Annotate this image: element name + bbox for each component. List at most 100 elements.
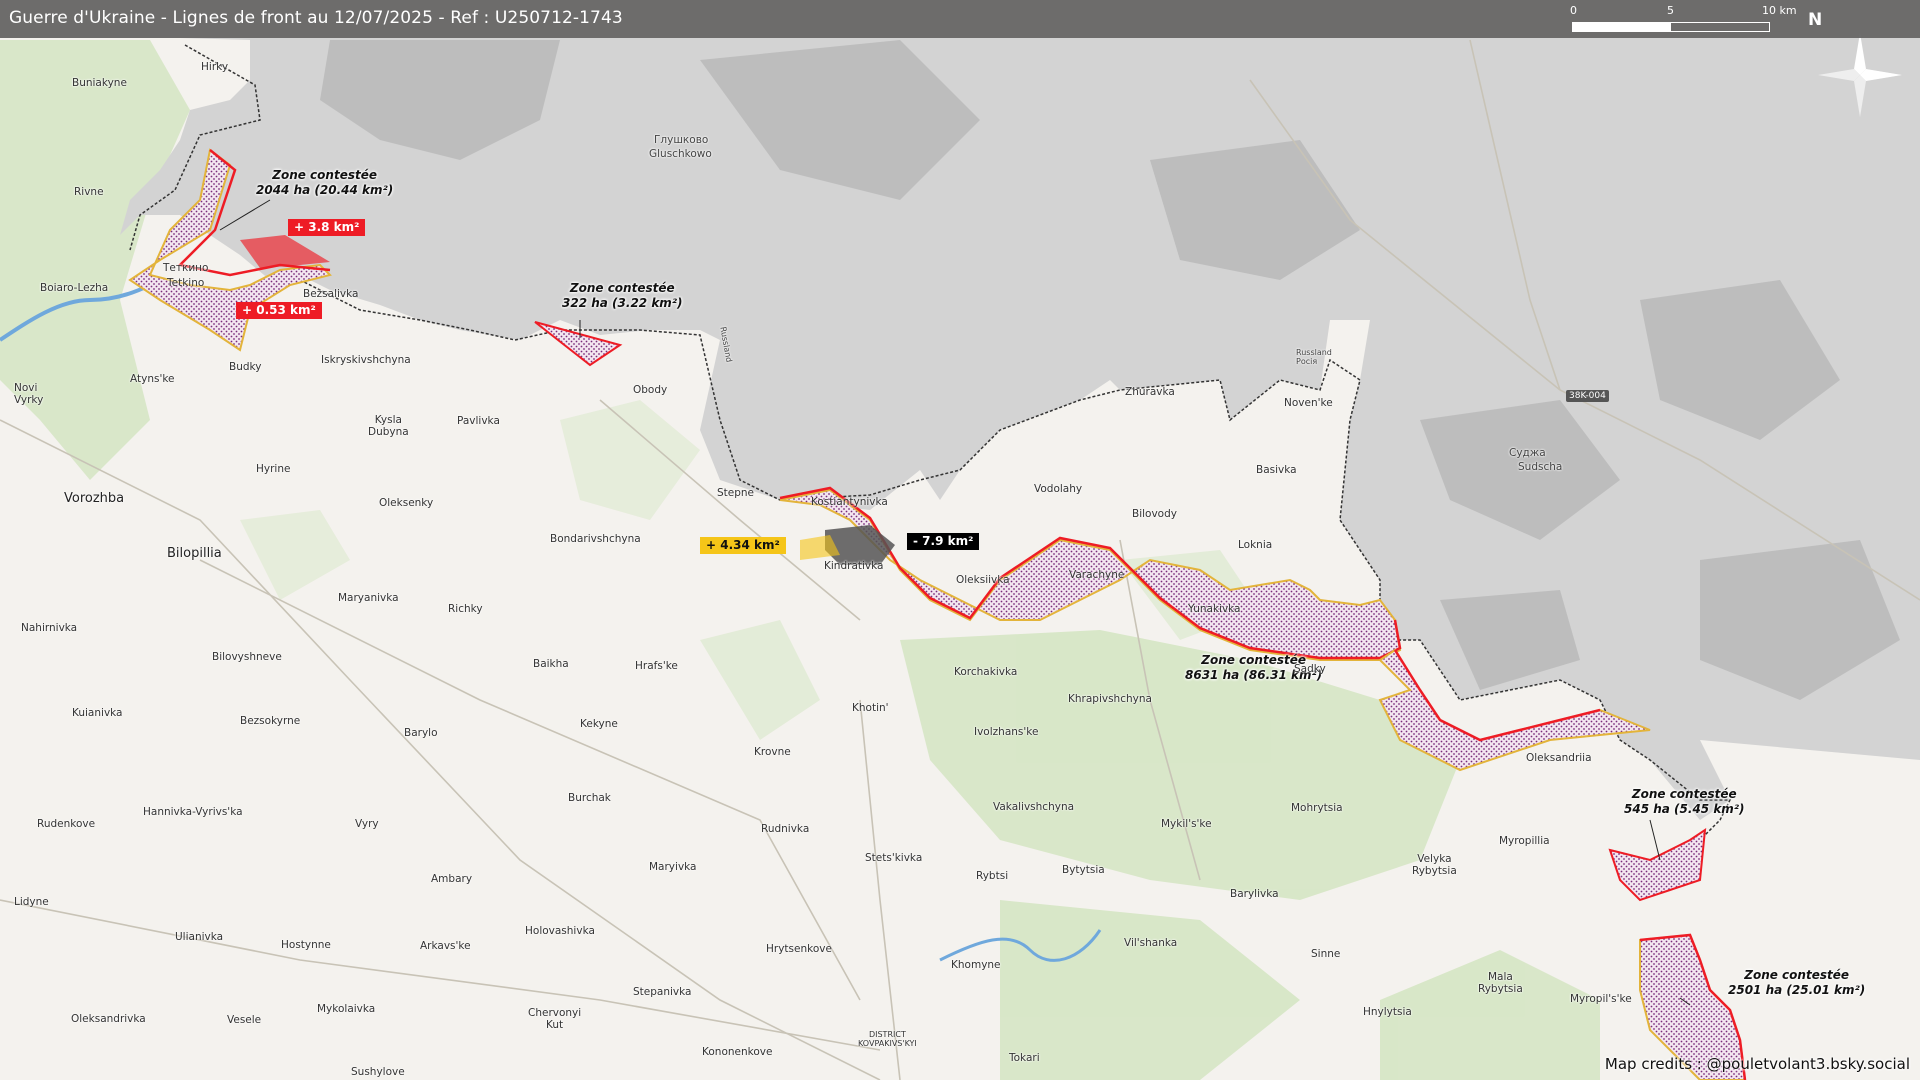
place-label: Burchak — [568, 792, 611, 804]
place-label: Stepanivka — [633, 986, 692, 998]
scale-label-10: 10 km — [1762, 4, 1797, 17]
place-label: Oleksiivka — [956, 574, 1010, 586]
place-label: Mala Rybytsia — [1478, 971, 1523, 995]
place-label: Boiaro-Lezha — [40, 282, 109, 294]
place-label: Vesele — [227, 1014, 262, 1026]
scale-label-0: 0 — [1570, 4, 1577, 17]
place-label: Sinne — [1311, 948, 1341, 960]
place-label: Obody — [633, 384, 668, 396]
place-label: Khrapivshchyna — [1068, 693, 1152, 705]
place-label: Lidyne — [14, 896, 49, 908]
place-label: Novi Vyrky — [14, 382, 44, 406]
place-label: Kindrativka — [824, 560, 884, 572]
place-label: Barylo — [404, 727, 438, 739]
place-label: Bezsalivka — [303, 288, 359, 300]
place-label: Rudnivka — [761, 823, 810, 835]
gain-badge-1: + 3.8 km² — [288, 219, 366, 236]
scale-label-5: 5 — [1667, 4, 1674, 17]
place-label: Myropil's'ke — [1570, 993, 1632, 1005]
place-label: Sushylove — [351, 1066, 405, 1078]
map-title: Guerre d'Ukraine - Lignes de front au 12… — [9, 8, 623, 28]
place-label: Суджа — [1509, 447, 1546, 459]
place-label: Hyrine — [256, 463, 291, 475]
place-label: Bondarivshchyna — [550, 533, 641, 545]
place-label: Zhuravka — [1125, 386, 1175, 398]
place-label: Basivka — [1256, 464, 1297, 476]
place-label: Sudscha — [1518, 461, 1563, 473]
place-label: Rybtsi — [976, 870, 1009, 882]
place-label: Tokari — [1009, 1052, 1040, 1064]
place-label: Bezsokyrne — [240, 715, 301, 727]
place-label: Stepne — [717, 487, 755, 499]
place-label: Hrytsenkove — [766, 943, 832, 955]
place-label: Hnylytsia — [1363, 1006, 1412, 1018]
place-label: Глушково — [654, 134, 709, 146]
place-label: Arkavs'ke — [420, 940, 471, 952]
place-label: Ulianivka — [175, 931, 224, 943]
place-label: Hrafs'ke — [635, 660, 678, 672]
road-shield: 38K-004 — [1566, 390, 1609, 402]
zone-label-5: Zone contestée 2501 ha (25.01 km²) — [1728, 968, 1866, 997]
place-label: Myropillia — [1499, 835, 1550, 847]
gain-badge-2: + 0.53 km² — [236, 302, 322, 319]
place-label: Oleksenky — [379, 497, 434, 509]
place-label: Kekyne — [580, 718, 618, 730]
place-label: Kostiantynivka — [811, 496, 888, 508]
place-label: Kuianivka — [72, 707, 123, 719]
place-label: Korchakivka — [954, 666, 1018, 678]
place-label: Richky — [448, 603, 483, 615]
place-label: Tetkino — [167, 277, 205, 289]
map-credits: Map credits : @pouletvolant3.bsky.social — [1604, 1055, 1910, 1073]
place-label: Bilopillia — [167, 546, 222, 561]
place-label: Kysla Dubyna — [368, 414, 409, 438]
place-label: Mykolaivka — [317, 1003, 376, 1015]
north-label: N — [1808, 10, 1823, 30]
place-label: Noven'ke — [1284, 397, 1333, 409]
loss-badge: - 7.9 km² — [907, 533, 980, 550]
place-label: Loknia — [1238, 539, 1273, 551]
zone-label-2: Zone contestée 322 ha (3.22 km²) — [562, 281, 683, 310]
place-label: Chervonyi Kut — [528, 1007, 582, 1031]
place-label: Vil'shanka — [1124, 937, 1178, 949]
place-label: Iskryskivshchyna — [321, 354, 411, 366]
place-label: Sadky — [1294, 663, 1326, 675]
place-label: Ivolzhans'ke — [974, 726, 1039, 738]
place-label: Holovashivka — [525, 925, 595, 937]
place-label: Russland Росія — [1296, 348, 1332, 366]
zone-label-1: Zone contestée 2044 ha (20.44 km²) — [256, 168, 394, 197]
place-label: Rivne — [74, 186, 104, 198]
place-label: Теткино — [163, 262, 209, 274]
place-label: Vyry — [355, 818, 379, 830]
place-label: Oleksandrivka — [71, 1013, 146, 1025]
place-label: Mykil's'ke — [1161, 818, 1212, 830]
place-label: Vakalivshchyna — [993, 801, 1075, 813]
scale-bar — [1572, 22, 1770, 32]
place-label: Bytytsia — [1062, 864, 1105, 876]
place-label: Atyns'ke — [130, 373, 175, 385]
place-label: Ambary — [431, 873, 473, 885]
place-label: Maryanivka — [338, 592, 399, 604]
place-label: Khomyne — [951, 959, 1001, 971]
place-label: Vodolahy — [1034, 483, 1083, 495]
place-label: Varachyne — [1069, 569, 1125, 581]
zone-label-4: Zone contestée 545 ha (5.45 km²) — [1624, 787, 1745, 816]
place-label: Buniakyne — [72, 77, 127, 89]
place-label: Krovne — [754, 746, 791, 758]
place-label: Mohrytsia — [1291, 802, 1343, 814]
place-label: Baikha — [533, 658, 569, 670]
place-label: Yunakivka — [1188, 603, 1241, 615]
map-header: Guerre d'Ukraine - Lignes de front au 12… — [0, 0, 1920, 38]
place-label: Rudenkove — [37, 818, 96, 830]
place-label: DISTRICT KOVPAKIVS'KYI — [858, 1030, 917, 1048]
place-label: Stets'kivka — [865, 852, 923, 864]
place-label: Maryivka — [649, 861, 697, 873]
place-label: Vorozhba — [64, 491, 125, 506]
place-label: Hirky — [201, 61, 229, 73]
place-label: Hostynne — [281, 939, 331, 951]
place-label: Oleksandriia — [1526, 752, 1592, 764]
place-label: Barylivka — [1230, 888, 1279, 900]
place-label: Budky — [229, 361, 262, 373]
place-label: Bilovody — [1132, 508, 1177, 520]
place-label: Bilovyshneve — [212, 651, 282, 663]
place-label: Kononenkove — [702, 1046, 773, 1058]
